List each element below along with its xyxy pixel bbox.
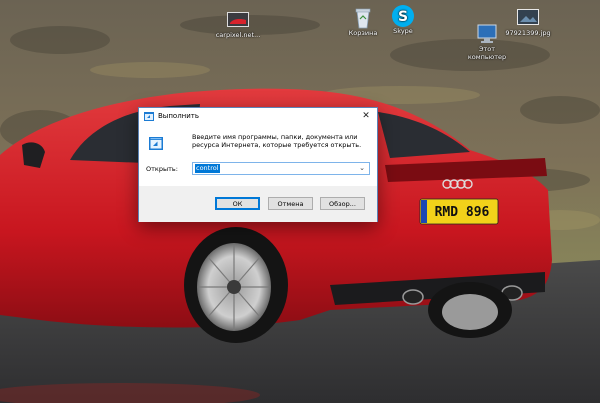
desktop-icon-carpixel[interactable]: carpixel.net... bbox=[208, 8, 268, 39]
open-input-selection: control bbox=[195, 164, 220, 173]
car-image-file-icon bbox=[225, 8, 251, 30]
desktop-icon-label: Этот компьютер bbox=[467, 45, 507, 61]
skype-icon: S bbox=[390, 4, 416, 27]
desktop: RMD 896 carpixel.net... Корзина S Skype … bbox=[0, 0, 600, 403]
run-icon bbox=[144, 112, 154, 121]
desktop-icon-label: carpixel.net... bbox=[215, 31, 261, 39]
chevron-down-icon[interactable]: ⌄ bbox=[356, 163, 368, 174]
image-file-icon bbox=[515, 6, 541, 28]
run-program-icon bbox=[149, 137, 163, 150]
open-combobox[interactable]: control ⌄ bbox=[192, 162, 370, 175]
browse-button[interactable]: Обзор... bbox=[320, 197, 365, 210]
run-dialog: Выполнить ✕ Введите имя программы, папки… bbox=[138, 107, 378, 222]
desktop-icon-skype[interactable]: S Skype bbox=[373, 4, 433, 35]
svg-text:S: S bbox=[398, 9, 408, 25]
ok-button[interactable]: ОК bbox=[215, 197, 260, 210]
license-plate: RMD 896 bbox=[435, 205, 490, 220]
dialog-title: Выполнить bbox=[158, 112, 199, 120]
dialog-footer: ОК Отмена Обзор... bbox=[139, 186, 377, 222]
dialog-titlebar[interactable]: Выполнить ✕ bbox=[139, 108, 377, 125]
cancel-button[interactable]: Отмена bbox=[268, 197, 313, 210]
close-button[interactable]: ✕ bbox=[355, 108, 377, 124]
desktop-icon-image[interactable]: 97921399.jpg bbox=[498, 6, 558, 37]
desktop-icon-label: 97921399.jpg bbox=[505, 29, 551, 37]
this-pc-icon bbox=[474, 14, 500, 43]
dialog-description: Введите имя программы, папки, документа … bbox=[192, 133, 362, 149]
open-label: Открыть: bbox=[146, 165, 178, 173]
desktop-icon-label: Skype bbox=[393, 27, 413, 35]
close-icon: ✕ bbox=[362, 111, 370, 121]
